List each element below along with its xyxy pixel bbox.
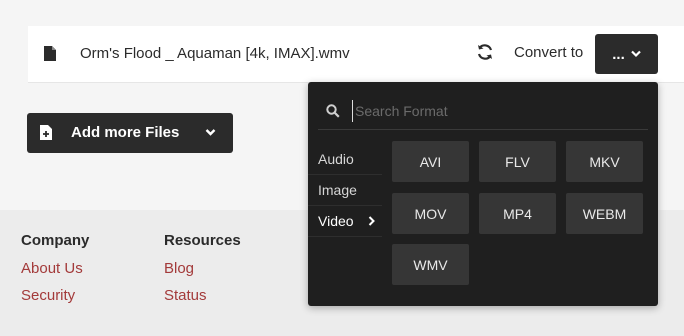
footer-link-about-us[interactable]: About Us xyxy=(21,260,89,278)
footer-link-status[interactable]: Status xyxy=(164,287,241,305)
format-option-webm[interactable]: WEBM xyxy=(566,193,643,234)
add-more-files-label: Add more Files xyxy=(71,124,180,141)
refresh-icon[interactable] xyxy=(476,43,494,61)
category-video[interactable]: Video xyxy=(308,206,382,237)
category-label: Audio xyxy=(318,151,354,167)
format-select-button[interactable]: ... xyxy=(595,34,658,74)
file-plus-icon xyxy=(40,125,52,140)
add-more-files-button[interactable]: Add more Files xyxy=(27,113,233,153)
chevron-right-icon xyxy=(368,216,375,226)
file-row: Orm's Flood _ Aquaman [4k, IMAX].wmv Con… xyxy=(28,26,684,83)
chevron-down-icon xyxy=(630,50,641,58)
format-option-mkv[interactable]: MKV xyxy=(566,141,643,182)
convert-to-label: Convert to xyxy=(514,44,584,61)
footer-heading: Resources xyxy=(164,232,241,249)
category-label: Image xyxy=(318,182,357,198)
footer-link-blog[interactable]: Blog xyxy=(164,260,241,278)
category-audio[interactable]: Audio xyxy=(308,144,382,175)
format-dropdown: Audio Image Video AVI FLV MKV MOV MP4 WE… xyxy=(308,82,658,306)
footer-column-company: Company About Us Security xyxy=(21,232,89,314)
footer-column-resources: Resources Blog Status xyxy=(164,232,241,314)
footer-link-security[interactable]: Security xyxy=(21,287,89,305)
format-option-mov[interactable]: MOV xyxy=(392,193,469,234)
category-label: Video xyxy=(318,213,354,229)
chevron-down-icon xyxy=(205,129,216,136)
file-icon xyxy=(44,46,56,61)
format-categories: Audio Image Video xyxy=(308,144,384,237)
format-option-mp4[interactable]: MP4 xyxy=(479,193,556,234)
format-select-label: ... xyxy=(612,45,625,63)
format-search-input[interactable] xyxy=(352,100,632,122)
search-icon xyxy=(326,104,340,118)
footer-heading: Company xyxy=(21,232,90,249)
file-name: Orm's Flood _ Aquaman [4k, IMAX].wmv xyxy=(80,45,350,62)
format-option-avi[interactable]: AVI xyxy=(392,141,469,182)
format-search xyxy=(318,96,648,130)
format-option-wmv[interactable]: WMV xyxy=(392,244,469,285)
format-option-flv[interactable]: FLV xyxy=(479,141,556,182)
category-image[interactable]: Image xyxy=(308,175,382,206)
